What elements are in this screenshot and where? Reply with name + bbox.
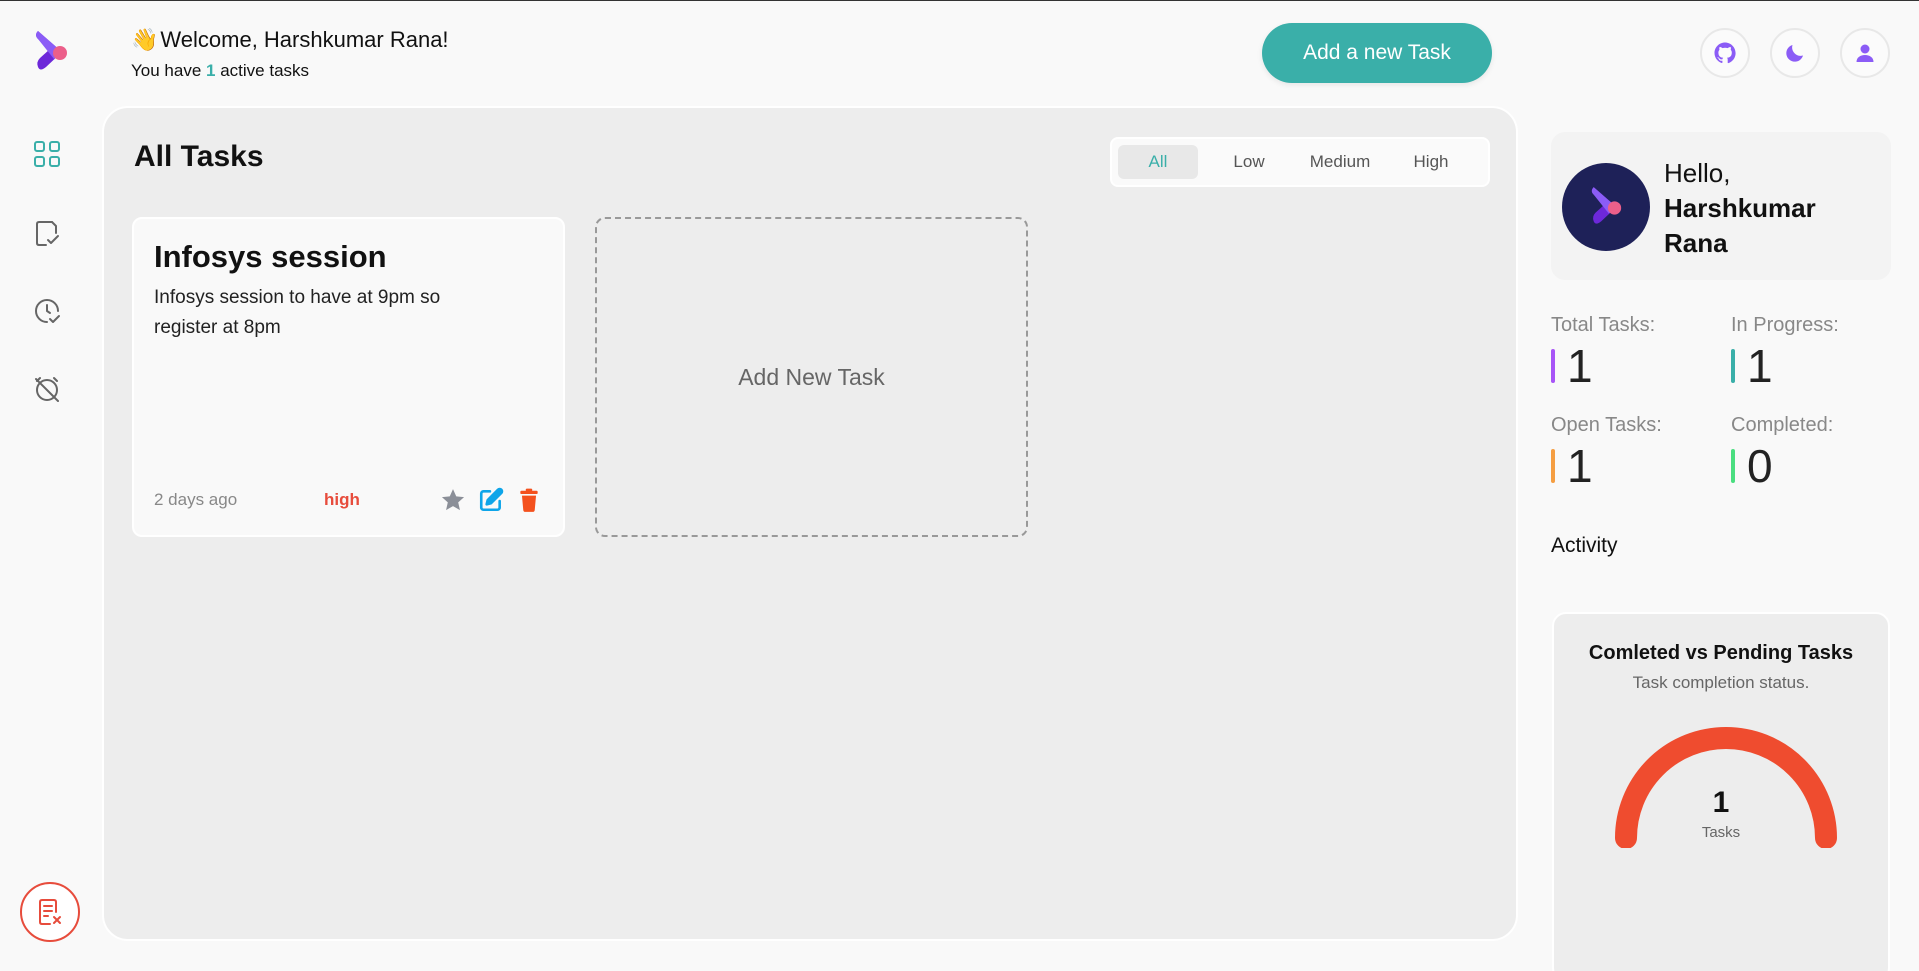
avatar [1562, 163, 1650, 251]
stat-completed: Completed: 0 [1731, 414, 1901, 489]
welcome-text: Welcome, Harshkumar Rana! [160, 27, 449, 52]
task-card: Infosys session Infosys session to have … [132, 217, 565, 537]
profile-name: Harshkumar Rana [1664, 193, 1816, 258]
stat-label: Completed: [1731, 414, 1834, 436]
active-tasks-summary: You have 1 active tasks [131, 61, 309, 81]
nav-item-overdue[interactable] [30, 372, 64, 406]
summary-suffix: active tasks [220, 61, 310, 80]
task-description: Infosys session to have at 9pm so regist… [154, 287, 441, 338]
chart-title: Comleted vs Pending Tasks [1588, 642, 1854, 664]
stat-value: 1 [1567, 440, 1593, 492]
filter-tab-medium[interactable]: Medium [1300, 145, 1380, 179]
edit-icon [479, 487, 504, 512]
add-new-task-card[interactable]: Add New Task [595, 217, 1028, 537]
app-logo[interactable] [32, 27, 70, 77]
chart-subtitle: Task completion status. [1632, 673, 1810, 692]
page-title: All Tasks [134, 140, 264, 173]
task-title: Infosys session [154, 239, 387, 274]
stat-bar [1731, 349, 1735, 383]
stat-open-tasks: Open Tasks: 1 [1551, 414, 1721, 489]
filter-tab-all[interactable]: All [1118, 145, 1198, 179]
stat-bar [1551, 449, 1555, 483]
nav-item-completed[interactable] [30, 216, 64, 250]
summary-prefix: You have [131, 61, 202, 80]
logout-button[interactable] [20, 882, 80, 942]
wave-emoji: 👋 [131, 27, 159, 52]
github-icon [1714, 42, 1736, 64]
stat-value: 0 [1747, 440, 1773, 492]
stat-value: 1 [1747, 340, 1773, 392]
stat-in-progress: In Progress: 1 [1731, 314, 1901, 389]
stat-value: 1 [1567, 340, 1593, 392]
star-icon [441, 489, 465, 511]
hello-text: Hello, [1664, 158, 1731, 188]
profile-greeting: Hello, Harshkumar Rana [1664, 156, 1864, 261]
stat-bar [1731, 449, 1735, 483]
task-created-time: 2 days ago [154, 490, 238, 509]
profile-button[interactable] [1840, 28, 1890, 78]
activity-heading: Activity [1551, 534, 1618, 557]
task-priority-badge: high [324, 490, 360, 509]
filter-tab-high[interactable]: High [1391, 145, 1471, 179]
active-count: 1 [206, 61, 216, 80]
completion-chart-card: Comleted vs Pending Tasks Task completio… [1552, 612, 1890, 971]
delete-task-button[interactable] [515, 486, 543, 514]
trash-icon [520, 488, 538, 512]
priority-filter: All Low Medium High [1110, 137, 1490, 187]
grid-icon [34, 141, 60, 167]
task-actions [439, 486, 543, 514]
nav-item-pending[interactable] [30, 294, 64, 328]
main-panel: All Tasks All Low Medium High Infosys se… [102, 106, 1518, 941]
tasks-check-icon [36, 221, 59, 246]
edit-task-button[interactable] [477, 486, 505, 514]
document-x-icon [39, 899, 61, 925]
add-new-task-button[interactable]: Add a new Task [1262, 23, 1492, 83]
stat-bar [1551, 349, 1555, 383]
star-task-button[interactable] [439, 486, 467, 514]
filter-tab-low[interactable]: Low [1209, 145, 1289, 179]
theme-toggle-button[interactable] [1770, 28, 1820, 78]
user-icon [1856, 44, 1874, 62]
gauge-value: 1 [1712, 786, 1730, 819]
stat-label: In Progress: [1731, 314, 1839, 336]
moon-icon [1786, 45, 1803, 62]
nav-item-all-tasks[interactable] [30, 137, 64, 171]
task-footer: 2 days ago high [154, 485, 543, 515]
profile-card: Hello, Harshkumar Rana [1551, 132, 1891, 280]
app-logo-avatar [1591, 187, 1622, 224]
alarm-off-icon [35, 377, 59, 402]
stat-label: Open Tasks: [1551, 414, 1662, 436]
stat-total-tasks: Total Tasks: 1 [1551, 314, 1721, 389]
github-button[interactable] [1700, 28, 1750, 78]
stat-label: Total Tasks: [1551, 314, 1656, 336]
gauge-unit: Tasks [1701, 824, 1741, 841]
welcome-heading: 👋 Welcome, Harshkumar Rana! [131, 27, 449, 53]
clock-check-icon [35, 299, 60, 323]
